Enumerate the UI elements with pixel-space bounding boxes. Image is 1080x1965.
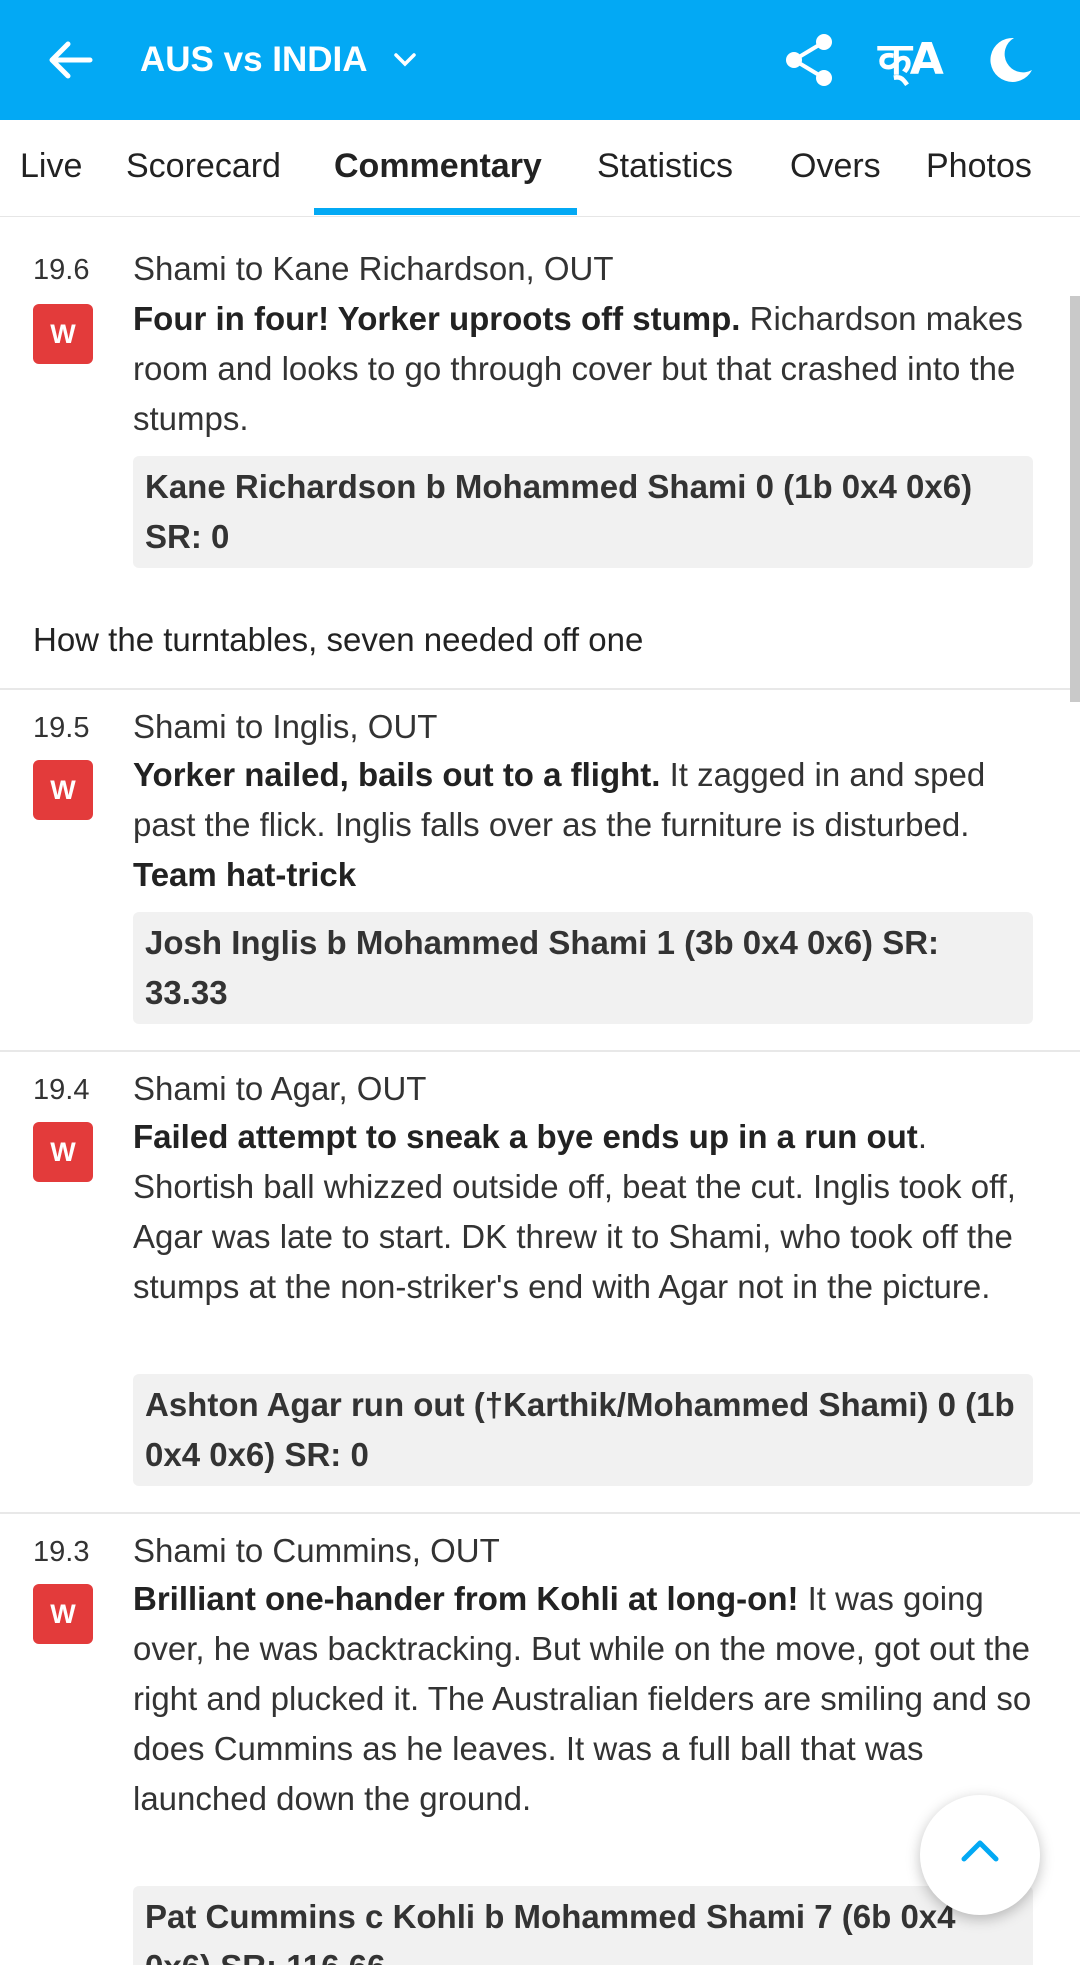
dismissal-card: Pat Cummins c Kohli b Mohammed Shami 7 (…	[133, 1886, 1033, 1965]
commentary-text: Brilliant one-hander from Kohli at long-…	[133, 1574, 1043, 1824]
commentary-highlight: Four in four! Yorker uproots off stump.	[133, 300, 741, 337]
over-number: 19.5	[33, 712, 90, 744]
tab-bar: Live Scorecard Commentary Statistics Ove…	[0, 120, 1080, 217]
commentary-text: Failed attempt to sneak a bye ends up in…	[133, 1112, 1043, 1312]
commentary-feed[interactable]: 19.6 W Shami to Kane Richardson, OUT Fou…	[0, 216, 1080, 1965]
commentary-highlight-2: Team hat-trick	[133, 856, 357, 893]
over-number: 19.3	[33, 1536, 90, 1568]
over-number: 19.4	[33, 1074, 90, 1106]
share-icon[interactable]	[782, 30, 838, 90]
over-number: 19.6	[33, 254, 90, 286]
wicket-badge: W	[33, 1122, 93, 1182]
tab-photos[interactable]: Photos	[926, 120, 1032, 216]
chevron-down-icon	[393, 53, 416, 67]
chevron-up-icon	[961, 1840, 999, 1862]
ball-summary: Shami to Inglis, OUT	[133, 708, 438, 745]
ball-summary: Shami to Cummins, OUT	[133, 1532, 500, 1569]
ball-summary: Shami to Kane Richardson, OUT	[133, 250, 614, 287]
tab-statistics[interactable]: Statistics	[597, 120, 733, 216]
commentary-text: Yorker nailed, bails out to a flight. It…	[133, 750, 1043, 900]
wicket-badge: W	[33, 304, 93, 364]
scroll-to-top-button[interactable]	[920, 1795, 1040, 1915]
language-toggle[interactable]: क्A	[878, 30, 944, 90]
divider	[0, 1050, 1080, 1052]
wicket-badge: W	[33, 1584, 93, 1644]
divider	[0, 688, 1080, 690]
commentary-highlight: Failed attempt to sneak a bye ends up in…	[133, 1118, 918, 1155]
dismissal-card: Ashton Agar run out (†Karthik/Mohammed S…	[133, 1374, 1033, 1486]
commentary-note: How the turntables, seven needed off one	[33, 621, 644, 658]
commentary-text: Four in four! Yorker uproots off stump. …	[133, 294, 1043, 444]
ball-summary: Shami to Agar, OUT	[133, 1070, 427, 1107]
tab-live[interactable]: Live	[20, 120, 82, 216]
active-tab-indicator	[314, 208, 577, 215]
dismissal-card: Josh Inglis b Mohammed Shami 1 (3b 0x4 0…	[133, 912, 1033, 1024]
divider	[0, 1512, 1080, 1514]
commentary-highlight: Yorker nailed, bails out to a flight.	[133, 756, 661, 793]
match-title: AUS vs INDIA	[140, 40, 368, 79]
dismissal-card: Kane Richardson b Mohammed Shami 0 (1b 0…	[133, 456, 1033, 568]
commentary-highlight: Brilliant one-hander from Kohli at long-…	[133, 1580, 799, 1617]
back-arrow-icon[interactable]	[44, 34, 96, 86]
moon-icon[interactable]	[984, 32, 1036, 88]
tab-commentary[interactable]: Commentary	[334, 120, 542, 216]
tab-scorecard[interactable]: Scorecard	[126, 120, 281, 216]
match-selector[interactable]: AUS vs INDIA	[140, 34, 420, 86]
tab-overs[interactable]: Overs	[790, 120, 881, 216]
app-bar: AUS vs INDIA क्A	[0, 0, 1080, 120]
wicket-badge: W	[33, 760, 93, 820]
scrollbar[interactable]	[1070, 296, 1080, 702]
